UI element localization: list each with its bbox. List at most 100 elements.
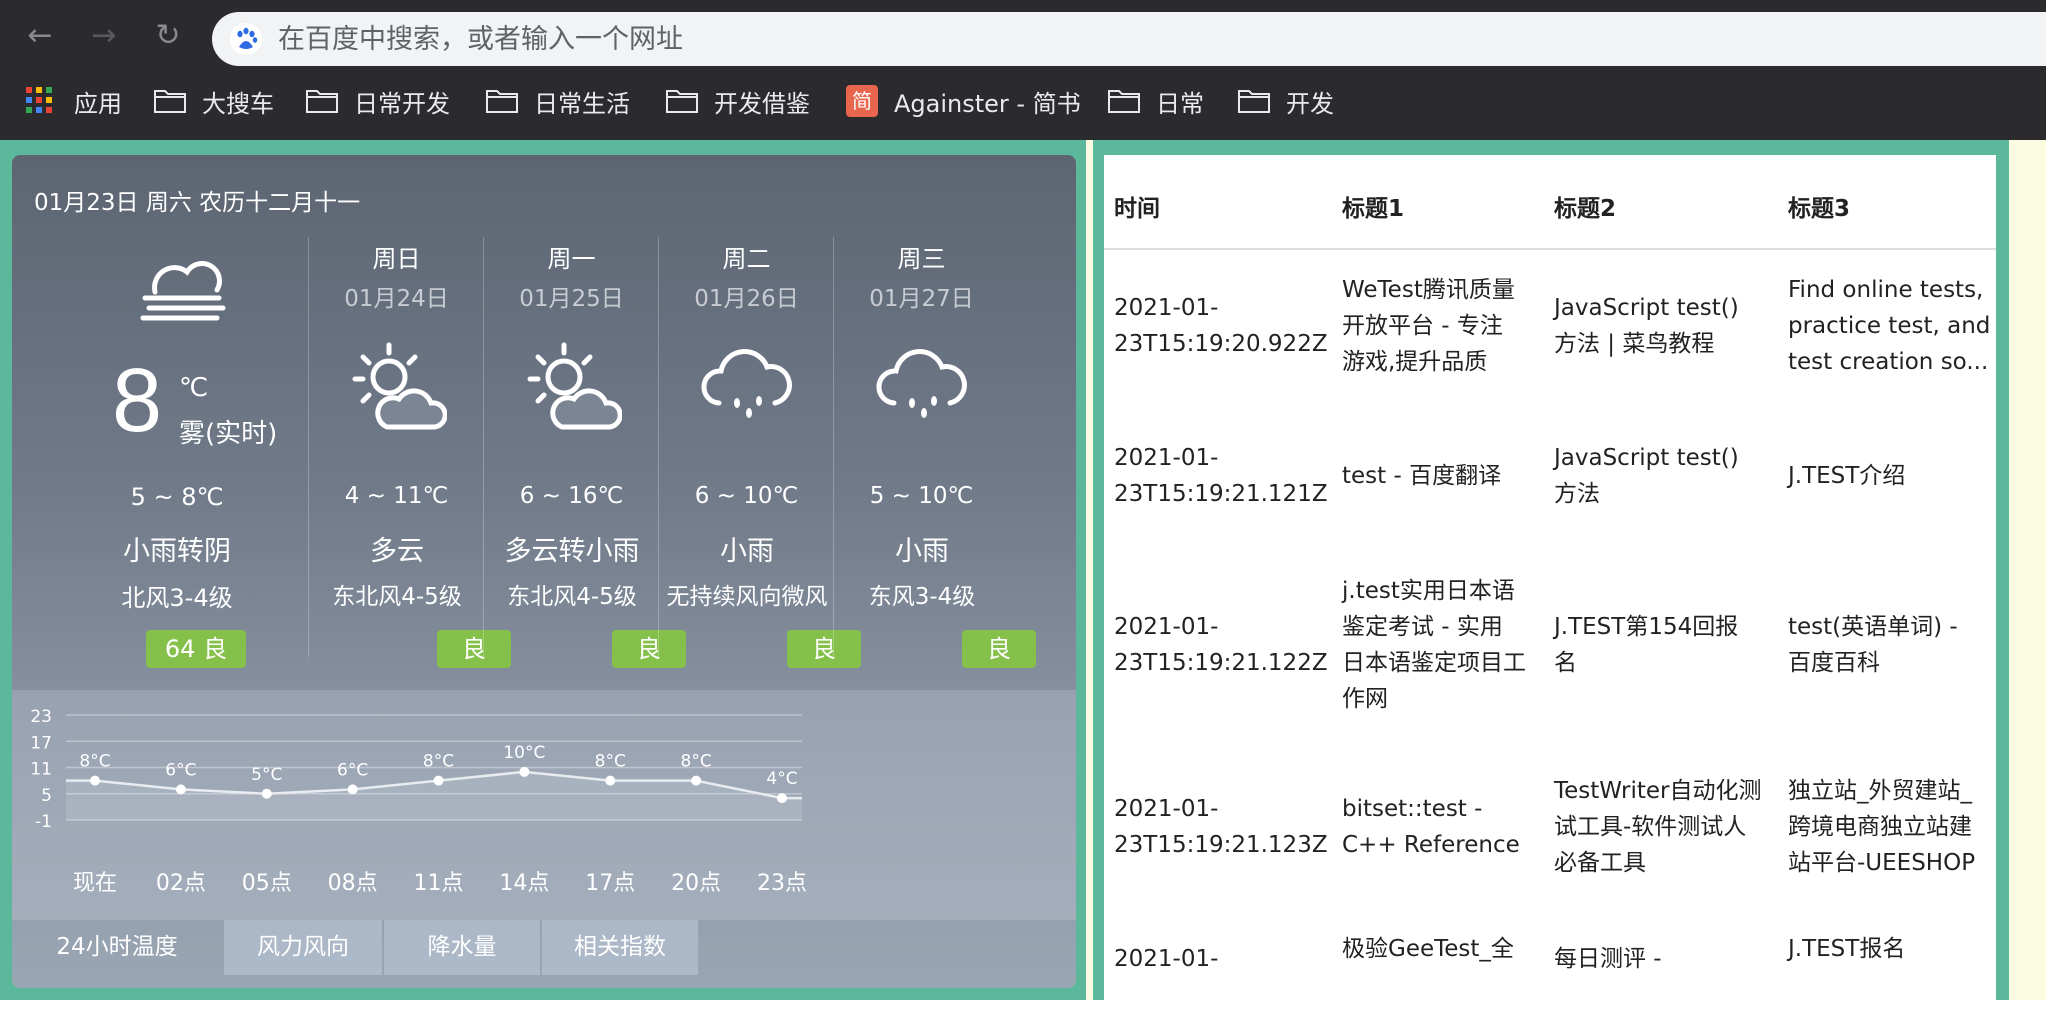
- folder-icon: [306, 87, 338, 115]
- cell-text-line: J.TEST介绍: [1788, 463, 1906, 489]
- table-cell: 2021-01- 23T15:19:21.122Z: [1114, 609, 1334, 681]
- address-input[interactable]: [278, 19, 1778, 59]
- table-cell: WeTest腾讯质量 开放平台 - 专注 游戏,提升品质: [1342, 272, 1550, 380]
- x-tick-label: 08点: [328, 871, 378, 896]
- bookmark-folder[interactable]: 开发: [1238, 78, 1334, 124]
- bookmark-jianshu[interactable]: 简 Againster - 简书: [846, 78, 1081, 124]
- reload-icon[interactable]: ↻: [146, 14, 190, 58]
- cell-text-line: bitset::test -: [1342, 796, 1483, 822]
- navigation-bar: ← → ↻: [0, 0, 2046, 76]
- tab-24h-temperature[interactable]: 24小时温度: [12, 920, 222, 975]
- table-cell: test - 百度翻译: [1342, 458, 1550, 494]
- folder-icon: [666, 87, 698, 115]
- cell-text-line: test - 百度翻译: [1342, 463, 1502, 489]
- cell-text-line: 作网: [1342, 686, 1388, 712]
- address-bar[interactable]: [212, 12, 2046, 66]
- cell-text-line: JavaScript test(): [1554, 295, 1739, 321]
- table-cell: 独立站_外贸建站_ 跨境电商独立站建 站平台-UEESHOP: [1788, 773, 1988, 881]
- day-wind: 东北风4-5级: [507, 584, 637, 610]
- table-cell: J.TEST报名: [1788, 931, 1988, 967]
- partly-cloudy-icon: [347, 337, 448, 441]
- cell-text-line: WeTest腾讯质量: [1342, 277, 1515, 303]
- day-name: 周三: [897, 245, 946, 273]
- cell-text-line: 鉴定考试 - 实用: [1342, 614, 1503, 640]
- temperature-point: [777, 793, 787, 804]
- y-tick-label: 17: [30, 733, 52, 753]
- cell-text-line: 2021-01-: [1114, 614, 1219, 640]
- weather-date: 01月23日 周六 农历十二月十一: [34, 190, 361, 216]
- forecast-day: 周一 01月25日 6 ~ 16℃ 多云转小雨 东北风4-5级: [483, 237, 659, 657]
- table-cell: Find online tests, practice test, and test…: [1788, 272, 1991, 380]
- temperature-data-label: 8°C: [681, 752, 712, 772]
- x-tick-label: 23点: [757, 871, 807, 896]
- current-temperature: 8: [112, 351, 163, 451]
- cell-text-line: 极验GeeTest_全: [1342, 936, 1514, 962]
- bookmark-folder[interactable]: 大搜车: [154, 78, 274, 124]
- cell-text-line: 23T15:19:21.121Z: [1114, 481, 1328, 507]
- cell-text-line: J.TEST报名: [1788, 936, 1906, 962]
- day-date: 01月27日: [869, 286, 974, 312]
- column-header-title3: 标题3: [1788, 196, 1851, 222]
- day-date: 01月25日: [519, 286, 624, 312]
- day-name: 周日: [372, 245, 421, 273]
- bookmark-folder[interactable]: 开发借鉴: [666, 78, 810, 124]
- folder-icon: [154, 87, 186, 115]
- bookmark-folder[interactable]: 日常: [1108, 78, 1204, 124]
- day-date: 01月24日: [344, 286, 449, 312]
- temperature-point: [691, 775, 702, 786]
- x-tick-label: 02点: [156, 871, 206, 896]
- temperature-chart-svg: 23 17 11 5 -1 8°C 现在 6°C 02点 5°C 05点 6°C 08点 8°C 11点 10…: [30, 707, 807, 896]
- bookmark-folder[interactable]: 日常生活: [486, 78, 630, 124]
- column-header-title1: 标题1: [1342, 196, 1405, 222]
- x-tick-label: 14点: [499, 871, 549, 896]
- current-condition: 雾(实时): [179, 419, 278, 449]
- bookmark-label: 应用: [74, 89, 122, 118]
- table-cell: J.TEST第154回报名: [1554, 609, 1782, 681]
- tab-wind[interactable]: 风力风向: [224, 920, 382, 975]
- y-tick-label: 11: [30, 760, 52, 780]
- y-tick-label: -1: [35, 812, 52, 832]
- day-description: 多云: [370, 536, 424, 567]
- day-name: 周二: [722, 245, 771, 273]
- cell-text-line: 游戏,提升品质: [1342, 349, 1488, 375]
- weather-tabs: 24小时温度 风力风向 降水量 相关指数: [12, 920, 1076, 975]
- bookmark-label: Againster - 简书: [894, 89, 1081, 118]
- y-tick-label: 23: [30, 707, 52, 727]
- tab-precipitation[interactable]: 降水量: [384, 920, 540, 975]
- bookmark-apps[interactable]: 应用: [26, 78, 122, 124]
- bookmark-label: 开发借鉴: [714, 89, 810, 118]
- back-arrow-icon[interactable]: ←: [18, 14, 62, 58]
- aqi-badge: 64 良: [146, 630, 246, 668]
- temperature-data-label: 6°C: [337, 760, 368, 780]
- temperature-point: [90, 775, 100, 786]
- day-temp-range: 4 ~ 11℃: [344, 483, 449, 509]
- day-date: 01月26日: [694, 286, 799, 312]
- day-wind: 东北风4-5级: [332, 584, 462, 610]
- cell-text-line: C++ Reference: [1342, 832, 1520, 858]
- temperature-data-label: 8°C: [595, 752, 626, 772]
- day-description: 小雨: [720, 536, 774, 567]
- cell-text-line: 跨境电商独立站建: [1788, 814, 1972, 840]
- column-header-time: 时间: [1114, 196, 1160, 222]
- day-description: 多云转小雨: [504, 536, 640, 567]
- forward-arrow-icon[interactable]: →: [82, 14, 126, 58]
- tab-indices[interactable]: 相关指数: [542, 920, 698, 975]
- page-bottom: [0, 1000, 2046, 1030]
- cell-text-line: 试工具-软件测试人: [1554, 814, 1747, 840]
- bookmark-folder[interactable]: 日常开发: [306, 78, 450, 124]
- bookmark-label: 日常生活: [534, 89, 630, 118]
- partly-cloudy-icon: [522, 337, 623, 441]
- table-cell: 2021-01- 23T15:19:21.123Z: [1114, 791, 1334, 863]
- today-description: 小雨转阴: [123, 536, 231, 567]
- temperature-data-label: 6°C: [165, 760, 196, 780]
- temperature-data-label: 5°C: [251, 765, 282, 785]
- folder-icon: [1238, 87, 1270, 115]
- temperature-data-label: 4°C: [766, 769, 797, 789]
- bookmark-label: 日常开发: [354, 89, 450, 118]
- table-cell: 2021-01- 23T15:19:21.121Z: [1114, 440, 1334, 512]
- cell-text-line: Find online tests,: [1788, 277, 1984, 303]
- cell-text-line: practice test, and: [1788, 313, 1991, 339]
- cell-text-line: 方法: [1554, 481, 1600, 507]
- cell-text-line: 必备工具: [1554, 850, 1646, 876]
- cell-text-line: TestWriter自动化测: [1554, 778, 1762, 804]
